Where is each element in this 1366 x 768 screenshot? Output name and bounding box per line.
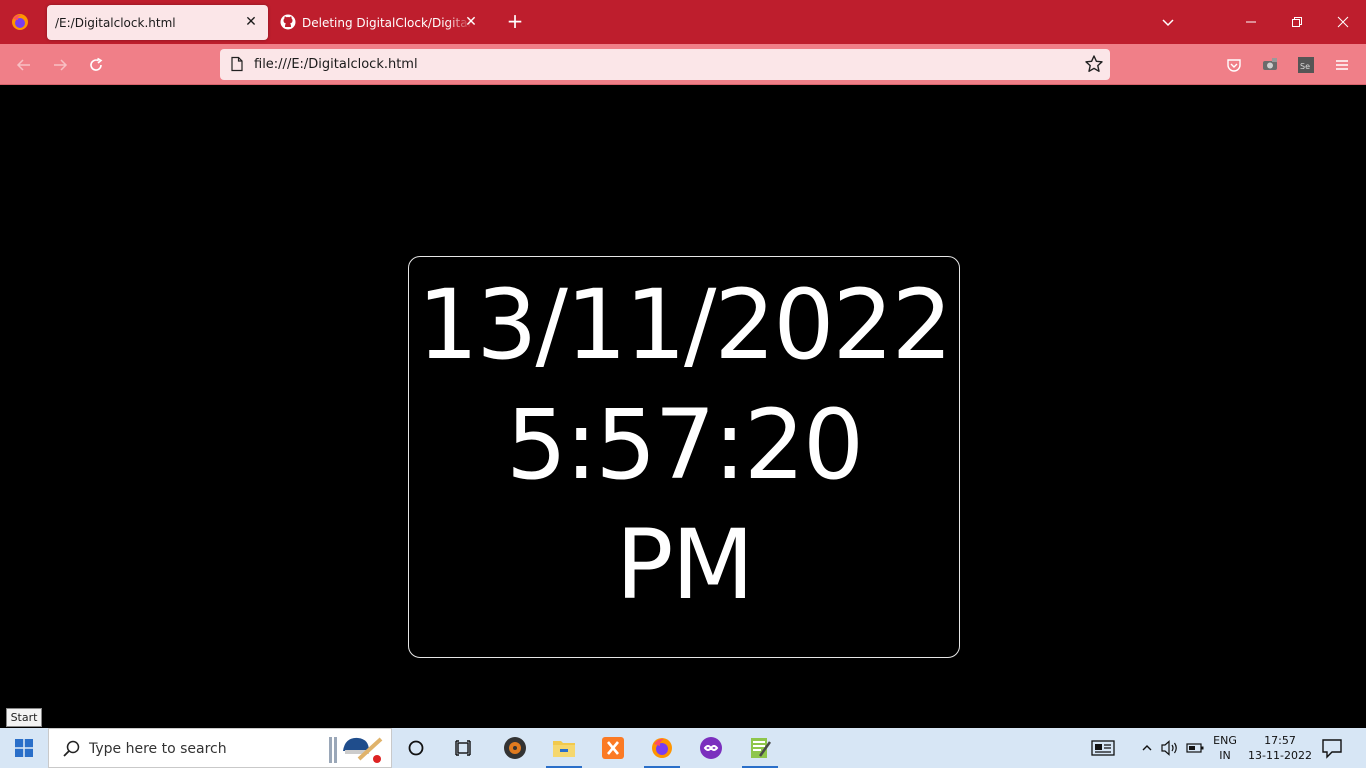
battery-icon[interactable] [1185, 738, 1205, 758]
system-date: 13-11-2022 [1248, 749, 1312, 762]
notepad-plus-icon[interactable] [738, 728, 782, 768]
volume-icon[interactable] [1160, 738, 1180, 758]
taskbar-search-box[interactable]: Type here to search [48, 728, 392, 768]
search-icon [63, 740, 80, 757]
close-window-button[interactable] [1331, 10, 1355, 34]
tab-label: /E:/Digitalclock.html [55, 15, 176, 30]
media-player-icon[interactable] [493, 728, 537, 768]
clock-date: 13/11/2022 [417, 269, 952, 381]
tab-bar: /E:/Digitalclock.html ✕ Deleting Digital… [0, 0, 1366, 44]
news-widget-icon[interactable] [1090, 738, 1116, 758]
vpn-app-icon[interactable] [689, 728, 733, 768]
input-language-indicator[interactable]: ENG IN [1208, 733, 1242, 763]
pocket-icon[interactable] [1222, 53, 1246, 77]
tab-label: Deleting DigitalClock/Digitalclock [302, 15, 472, 30]
lang-top: ENG [1213, 734, 1237, 747]
tab-close-icon[interactable]: ✕ [462, 13, 480, 31]
system-time: 17:57 [1264, 734, 1296, 747]
github-icon [280, 14, 296, 30]
restore-button[interactable] [1285, 10, 1309, 34]
windows-logo-icon [15, 739, 33, 757]
page-icon [231, 56, 243, 72]
file-explorer-icon[interactable] [542, 728, 586, 768]
task-view-icon[interactable] [442, 728, 486, 768]
xampp-icon[interactable] [591, 728, 635, 768]
show-hidden-icons-chevron[interactable] [1137, 738, 1157, 758]
lang-bottom: IN [1219, 749, 1231, 762]
extension-icon[interactable] [1258, 53, 1282, 77]
bookmark-star-icon[interactable] [1084, 54, 1104, 74]
start-tooltip: Start [6, 708, 42, 727]
list-all-tabs-chevron-icon[interactable] [1156, 10, 1180, 34]
navigation-toolbar: file:///E:/Digitalclock.html Se [0, 44, 1366, 85]
tab-digitalclock[interactable]: /E:/Digitalclock.html ✕ [47, 5, 268, 40]
taskbar: Type here to search ENG IN 17:57 13-11-2… [0, 728, 1366, 768]
back-button[interactable] [12, 53, 36, 77]
minimize-button[interactable] [1239, 10, 1263, 34]
tab-close-icon[interactable]: ✕ [242, 13, 260, 31]
reload-button[interactable] [84, 53, 108, 77]
notification-center-icon[interactable] [1320, 737, 1344, 759]
digital-clock-box: 13/11/2022 5:57:20 PM [408, 256, 960, 658]
svg-text:Se: Se [1300, 62, 1310, 71]
url-bar[interactable]: file:///E:/Digitalclock.html [220, 49, 1110, 80]
system-clock[interactable]: 17:57 13-11-2022 [1246, 733, 1314, 763]
hamburger-menu-icon[interactable] [1330, 53, 1354, 77]
firefox-menu-icon[interactable] [10, 12, 30, 32]
search-placeholder: Type here to search [89, 741, 227, 757]
cortana-icon[interactable] [394, 728, 438, 768]
page-content: 13/11/2022 5:57:20 PM [0, 85, 1366, 728]
tab-github[interactable]: Deleting DigitalClock/Digitalclock ✕ [274, 5, 488, 40]
start-button[interactable] [0, 728, 48, 768]
clock-ampm: PM [615, 509, 755, 621]
selenium-extension-icon[interactable]: Se [1294, 53, 1318, 77]
forward-button[interactable] [48, 53, 72, 77]
firefox-taskbar-icon[interactable] [640, 728, 684, 768]
new-tab-button[interactable]: + [504, 11, 526, 33]
clock-time: 5:57:20 [505, 389, 864, 501]
cricket-highlight-icon [329, 737, 383, 763]
url-text: file:///E:/Digitalclock.html [254, 57, 418, 72]
